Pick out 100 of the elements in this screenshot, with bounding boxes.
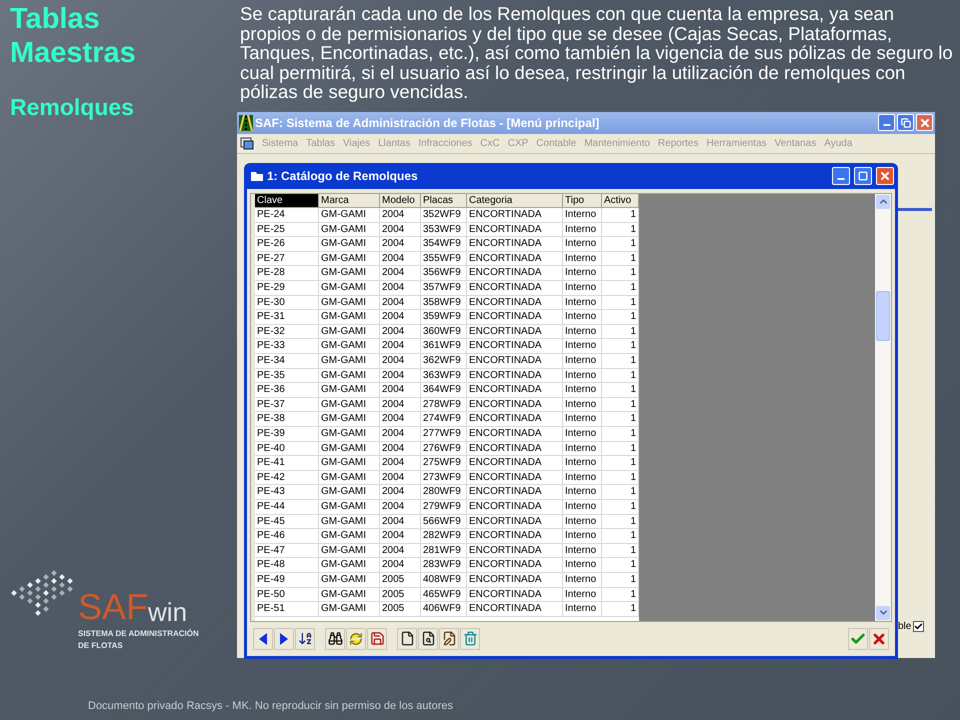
table-cell: GM-GAMI [319,558,380,573]
menu-item[interactable]: Contable [536,136,576,150]
menu-item[interactable]: Ventanas [774,136,816,150]
open-button[interactable] [418,628,438,650]
table-cell: PE-27 [255,252,319,266]
scroll-thumb[interactable] [876,290,890,340]
table-cell: 2004 [380,442,421,456]
document-icon [400,631,414,646]
close-button[interactable] [876,166,894,184]
minimize-button[interactable] [832,166,850,184]
table-cell: 1 [602,572,639,588]
table-cell: ENCORTINADA [467,442,563,456]
table-cell: 2004 [380,368,421,384]
table-cell: Interno [563,252,602,266]
table-cell: PE-36 [255,383,319,398]
menu-item[interactable]: Herramientas [706,136,767,150]
table-cell: GM-GAMI [319,383,380,398]
table-cell: ENCORTINADA [467,208,563,223]
cancel-button[interactable] [869,628,889,650]
save-button[interactable] [367,628,387,650]
logo-tagline: DE FLOTAS [78,640,124,652]
table-cell: ENCORTINADA [467,572,563,588]
restore-button[interactable] [897,114,914,131]
table-cell: GM-GAMI [319,222,380,238]
table-cell: GM-GAMI [319,266,380,282]
menu-item[interactable]: Viajes [343,136,370,150]
menu-item[interactable]: Ayuda [824,136,852,150]
table-cell: ENCORTINADA [467,339,563,354]
table-cell: 2004 [380,296,421,310]
previous-button[interactable] [253,628,273,650]
menu-item[interactable]: Sistema [262,136,298,150]
table-cell: ENCORTINADA [467,281,563,296]
menu-item[interactable]: Llantas [378,136,410,150]
close-icon [918,116,930,128]
table-cell: ENCORTINADA [467,529,563,544]
table-cell: ENCORTINADA [467,237,563,252]
table-cell: ENCORTINADA [467,514,563,530]
table-cell: 2004 [380,544,421,558]
column-header[interactable]: Activo [602,194,639,208]
refresh-button[interactable] [346,628,366,650]
table-cell: 1 [602,427,639,442]
table-cell: 1 [602,383,639,398]
maximize-button[interactable] [854,166,872,184]
table-cell: GM-GAMI [319,368,380,384]
table-cell: Interno [563,324,602,340]
table-cell: 355WF9 [421,252,467,266]
table-cell: PE-38 [255,412,319,427]
close-button[interactable] [916,114,933,131]
table-cell: GM-GAMI [319,237,380,252]
accept-button[interactable] [848,628,868,650]
column-header[interactable]: Categoria [467,194,563,208]
scroll-up-button[interactable] [876,194,890,208]
minimize-button[interactable] [878,114,895,131]
table-cell: 358WF9 [421,296,467,310]
table-cell: Interno [563,412,602,427]
column-header[interactable]: Modelo [380,194,421,208]
table-cell: 276WF9 [421,442,467,456]
menu-item[interactable]: CxC [480,136,500,150]
table-cell: ENCORTINADA [467,558,563,573]
table-cell: 2004 [380,324,421,340]
column-header[interactable]: Placas [421,194,467,208]
table-cell: 362WF9 [421,354,467,369]
sort-button[interactable] [295,628,315,650]
vertical-scrollbar[interactable] [875,194,891,620]
description-paragraph: Se capturarán cada uno de los Remolques con que cuenta la empresa, ya sean propios o de permisionarios y del tipo que se desee (Cajas Secas, Plataformas, Tanques, Encortinadas, etc.), así como también la vigencia de sus pólizas de seguro lo cual permitirá, si el usuario así lo desea, restringir la utilización de remolques con pólizas de seguro vencidas. [240,4,954,102]
menu-item[interactable]: CXP [508,136,528,150]
scroll-down-button[interactable] [876,606,890,620]
menu-item[interactable]: Tablas [306,136,336,150]
table-cell: 1 [602,252,639,266]
table-cell: 1 [602,602,639,617]
table-cell: 2004 [380,252,421,266]
table-cell: PE-51 [255,602,319,617]
save-icon [370,631,384,646]
menu-item[interactable]: Mantenimiento [584,136,650,150]
column-header[interactable]: Tipo [563,194,602,208]
slide-subtitle: Remolques [10,93,135,122]
menu-item[interactable]: Infracciones [418,136,472,150]
checkbox[interactable] [913,620,924,632]
table-cell: Interno [563,266,602,282]
table-cell: 1 [602,529,639,544]
logo-suffix: win [148,599,188,625]
table-cell: 1 [602,558,639,573]
table-cell: 275WF9 [421,456,467,471]
menu-item[interactable]: Reportes [658,136,698,150]
table-cell: Interno [563,470,602,486]
edit-button[interactable] [439,628,459,650]
new-button[interactable] [397,628,417,650]
app-menu-icon[interactable] [240,136,254,150]
table-cell: ENCORTINADA [467,427,563,442]
next-button[interactable] [274,628,294,650]
footer-note: Documento privado Racsys - MK. No reproducir sin permiso de los autores [87,699,454,714]
table-cell: 363WF9 [421,368,467,384]
column-header[interactable]: Marca [319,194,380,208]
table-cell: 1 [602,456,639,471]
table-cell: ENCORTINADA [467,485,563,500]
column-header[interactable]: Clave [255,194,319,208]
table-cell: 282WF9 [421,529,467,544]
search-button[interactable] [325,628,345,650]
table-cell: PE-32 [255,324,319,340]
table-cell: ENCORTINADA [467,500,563,515]
